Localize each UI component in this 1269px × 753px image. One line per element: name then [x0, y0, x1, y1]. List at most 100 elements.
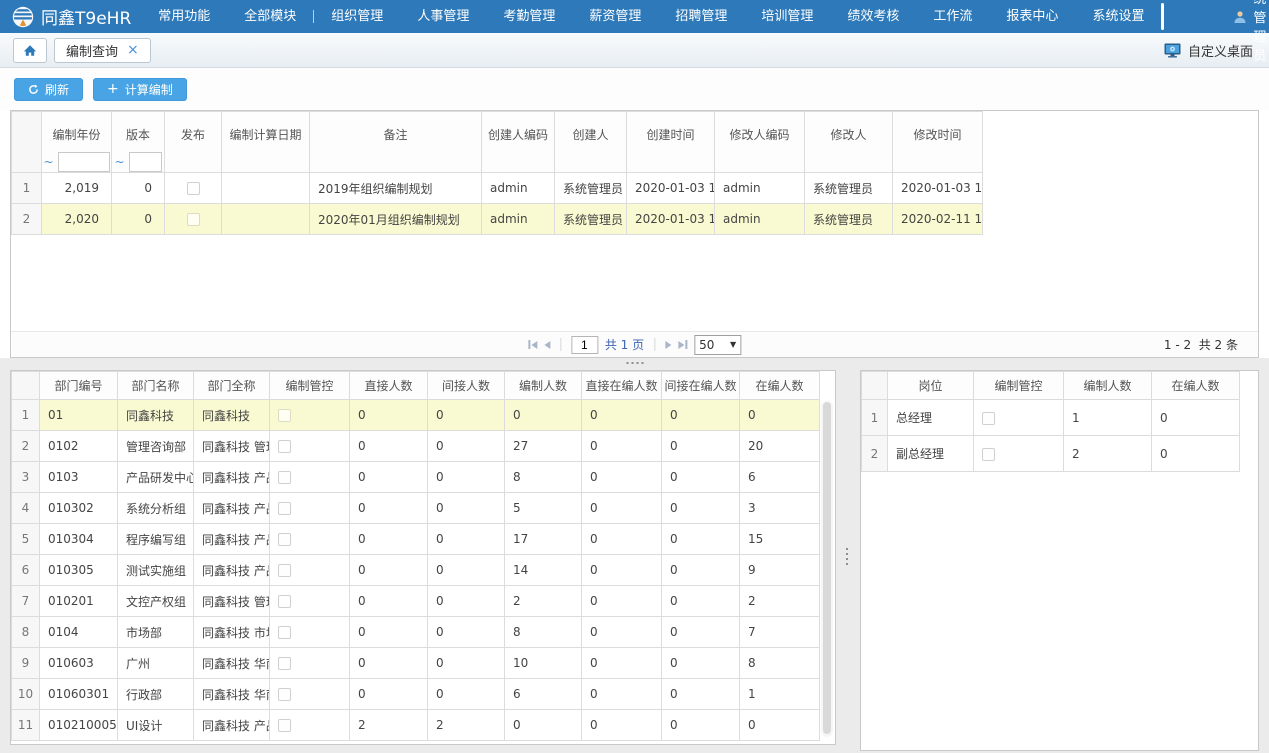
page-size-select[interactable]: 50 ▼ — [694, 335, 741, 355]
menu-item-org[interactable]: 组织管理 — [314, 0, 400, 33]
cell-version: 0 — [112, 173, 165, 204]
quota-control-checkbox[interactable] — [278, 564, 291, 577]
cell-indirect-active: 0 — [662, 462, 740, 493]
col-active: 在编人数 — [740, 372, 820, 400]
cell-active: 3 — [740, 493, 820, 524]
vertical-resize-handle[interactable] — [846, 548, 848, 565]
quota-control-checkbox[interactable] — [278, 595, 291, 608]
quota-control-checkbox[interactable] — [982, 412, 995, 425]
row-number: 10 — [12, 679, 40, 710]
menu-item-reports[interactable]: 报表中心 — [989, 0, 1075, 33]
department-row[interactable]: 6010305测试实施组同鑫科技 产品研发中心0014009 — [12, 555, 820, 586]
pagination-next-button[interactable] — [665, 341, 671, 349]
cell-calc-date — [222, 204, 310, 235]
cell-quota: 6 — [505, 679, 582, 710]
department-row[interactable]: 101同鑫科技同鑫科技000000 — [12, 400, 820, 431]
department-row[interactable]: 1001060301行政部同鑫科技 华南基地006001 — [12, 679, 820, 710]
department-row[interactable]: 20102管理咨询部同鑫科技 管理咨询部00270020 — [12, 431, 820, 462]
quota-control-checkbox[interactable] — [982, 448, 995, 461]
custom-desktop-link[interactable]: 自定义桌面 — [1164, 41, 1253, 60]
col-quota: 编制人数 — [1064, 372, 1152, 400]
publish-checkbox[interactable] — [187, 182, 200, 195]
cell-indirect: 2 — [428, 710, 505, 741]
department-row[interactable]: 30103产品研发中心同鑫科技 产品研发中心008006 — [12, 462, 820, 493]
department-row[interactable]: 80104市场部同鑫科技 市场部008007 — [12, 617, 820, 648]
menu-item-attendance[interactable]: 考勤管理 — [486, 0, 572, 33]
cell-direct-active: 0 — [582, 462, 662, 493]
pagination-last-button[interactable] — [678, 340, 687, 349]
cell-quota: 14 — [505, 555, 582, 586]
menu-item-workflow[interactable]: 工作流 — [916, 0, 989, 33]
quota-control-checkbox[interactable] — [278, 657, 291, 670]
quota-control-checkbox[interactable] — [278, 533, 291, 546]
cell-note: 2020年01月组织编制规划 — [310, 204, 482, 235]
plan-row-2019[interactable]: 1 2,019 0 2019年组织编制规划 admin 系统管理员 2020-0… — [12, 173, 983, 204]
tab-bianzhi-chaxun[interactable]: 编制查询 × — [54, 38, 151, 63]
cell-dept-fullname: 同鑫科技 管理咨询部 — [194, 431, 270, 462]
department-row[interactable]: 4010302系统分析组同鑫科技 产品研发中心005003 — [12, 493, 820, 524]
menu-item-training[interactable]: 培训管理 — [744, 0, 830, 33]
quota-control-checkbox[interactable] — [278, 440, 291, 453]
main-menu: 常用功能 全部模块 组织管理 人事管理 考勤管理 薪资管理 招聘管理 培训管理 … — [141, 0, 1161, 33]
publish-checkbox[interactable] — [187, 213, 200, 226]
cell-note: 2019年组织编制规划 — [310, 173, 482, 204]
cell-active: 2 — [740, 586, 820, 617]
page-number-input[interactable] — [571, 336, 598, 354]
pagination-first-button[interactable] — [528, 340, 537, 349]
cell-direct: 2 — [350, 710, 428, 741]
post-row[interactable]: 2 副总经理 2 0 — [862, 436, 1240, 472]
cell-dept-name: 程序编写组 — [118, 524, 194, 555]
menu-item-performance[interactable]: 绩效考核 — [830, 0, 916, 33]
quota-control-checkbox[interactable] — [278, 502, 291, 515]
cell-direct: 0 — [350, 431, 428, 462]
cell-year: 2,020 — [42, 204, 112, 235]
col-creator-code: 创建人编码 — [482, 112, 555, 173]
menu-item-recruit[interactable]: 招聘管理 — [658, 0, 744, 33]
pagination-prev-button[interactable] — [544, 341, 550, 349]
quota-control-checkbox[interactable] — [278, 409, 291, 422]
scrollbar-thumb[interactable] — [823, 402, 831, 734]
menu-item-hr[interactable]: 人事管理 — [400, 0, 486, 33]
post-row[interactable]: 1 总经理 1 0 — [862, 400, 1240, 436]
vertical-scrollbar[interactable] — [821, 401, 833, 737]
cell-direct-active: 0 — [582, 710, 662, 741]
tab-label: 编制查询 — [66, 41, 118, 60]
home-tab[interactable] — [13, 38, 47, 63]
quota-control-checkbox[interactable] — [278, 688, 291, 701]
cell-quota: 8 — [505, 617, 582, 648]
department-row[interactable]: 5010304程序编写组同鑫科技 产品研发中心00170015 — [12, 524, 820, 555]
cell-dept-code: 01060301 — [40, 679, 118, 710]
department-row[interactable]: 7010201文控产权组同鑫科技 管理咨询部002002 — [12, 586, 820, 617]
vertical-splitter[interactable] — [836, 370, 860, 753]
cell-direct-active: 0 — [582, 586, 662, 617]
quota-control-checkbox[interactable] — [278, 626, 291, 639]
quota-control-checkbox[interactable] — [278, 471, 291, 484]
close-icon[interactable]: × — [127, 43, 139, 57]
cell-active: 0 — [1152, 436, 1240, 472]
menu-item-common[interactable]: 常用功能 — [141, 0, 227, 33]
row-number: 1 — [862, 400, 888, 436]
calculate-button[interactable]: + 计算编制 — [93, 78, 187, 101]
menu-item-salary[interactable]: 薪资管理 — [572, 0, 658, 33]
horizontal-resize-handle[interactable] — [626, 362, 643, 364]
brand[interactable]: 同鑫T9eHR — [0, 4, 141, 29]
department-panel: 部门编号 部门名称 部门全称 编制管控 直接人数 间接人数 编制人数 直接在编人… — [10, 370, 836, 745]
cell-dept-name: 产品研发中心 — [118, 462, 194, 493]
cell-modified-time: 2020-01-03 17:53:0 — [893, 173, 983, 204]
horizontal-splitter[interactable] — [0, 358, 1269, 370]
cell-direct: 0 — [350, 555, 428, 586]
row-number: 3 — [12, 462, 40, 493]
cell-direct: 0 — [350, 493, 428, 524]
cell-dept-name: 系统分析组 — [118, 493, 194, 524]
menu-item-all-modules[interactable]: 全部模块 — [227, 0, 313, 33]
version-filter-input[interactable] — [129, 152, 162, 172]
tab-bar: 编制查询 × 自定义桌面 — [0, 33, 1269, 68]
department-row[interactable]: 9010603广州同鑫科技 华南基地0010008 — [12, 648, 820, 679]
plan-row-2020[interactable]: 2 2,020 0 2020年01月组织编制规划 admin 系统管理员 202… — [12, 204, 983, 235]
cell-direct: 0 — [350, 648, 428, 679]
refresh-button[interactable]: 刷新 — [14, 78, 83, 101]
year-filter-input[interactable] — [58, 152, 110, 172]
department-row[interactable]: 11010210005UI设计同鑫科技 产品研发中心220000 — [12, 710, 820, 741]
quota-control-checkbox[interactable] — [278, 719, 291, 732]
menu-item-settings[interactable]: 系统设置 — [1075, 0, 1161, 33]
